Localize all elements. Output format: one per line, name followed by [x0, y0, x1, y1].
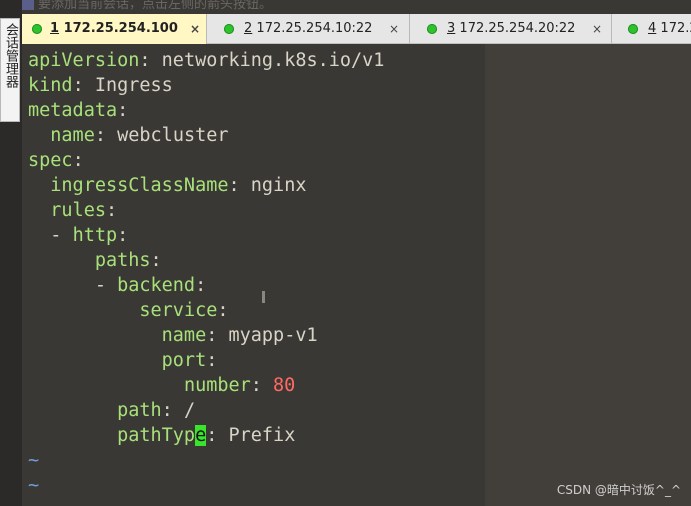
tab-session-3[interactable]: 3 172.25.254.20:22 ×: [410, 14, 612, 44]
yaml-value: networking.k8s.io/v1: [161, 50, 385, 71]
empty-line-marker: ~: [28, 475, 40, 496]
code-line: apiVersion: networking.k8s.io/v1: [28, 50, 385, 71]
watermark: CSDN @暗中讨饭^_^: [556, 483, 681, 497]
yaml-key: pathTyp: [117, 425, 196, 446]
code-line: rules:: [50, 200, 118, 221]
connected-status-icon: [628, 24, 638, 34]
yaml-key: path: [117, 400, 162, 421]
text-cursor: e: [195, 425, 207, 446]
yaml-key: port: [161, 350, 207, 371]
code-line: - http:: [28, 225, 129, 246]
yaml-key: paths: [94, 250, 151, 271]
tab-label: 172.2: [660, 21, 691, 36]
code-line: name: myapp-v1: [161, 325, 318, 346]
code-line: path: /: [117, 400, 196, 421]
yaml-key: apiVersion: [28, 50, 140, 71]
empty-line-marker: ~: [28, 450, 40, 471]
tab-number: 2: [244, 21, 253, 36]
connected-status-icon: [427, 24, 437, 34]
close-tab-icon[interactable]: ×: [389, 14, 399, 44]
session-tab-bar: 1 172.25.254.100 × 2 172.25.254.10:22 × …: [22, 14, 691, 44]
code-line: service:: [139, 300, 229, 321]
close-tab-icon[interactable]: ×: [190, 14, 200, 44]
code-line: ingressClassName: nginx: [50, 175, 307, 196]
connected-status-icon: [32, 24, 42, 34]
tab-session-1[interactable]: 1 172.25.254.100 ×: [22, 14, 207, 44]
yaml-key: backend: [117, 275, 196, 296]
tab-session-2[interactable]: 2 172.25.254.10:22 ×: [207, 14, 410, 44]
yaml-value: /: [183, 400, 196, 421]
yaml-key: http: [72, 225, 118, 246]
tab-label: 172.25.254.100: [63, 21, 178, 36]
yaml-key: kind: [28, 75, 73, 96]
yaml-key: ingressClassName: [50, 175, 229, 196]
tab-number: 4: [648, 21, 657, 36]
app-icon: [22, 0, 34, 10]
close-tab-icon[interactable]: ×: [592, 14, 602, 44]
code-line: number: 80: [183, 375, 296, 396]
tab-number: 1: [50, 21, 60, 36]
tab-session-4[interactable]: 4 172.2: [612, 14, 691, 44]
code-line: port:: [161, 350, 218, 371]
yaml-number: 80: [273, 375, 296, 396]
yaml-key: metadata: [28, 100, 118, 121]
yaml-value: Ingress: [94, 75, 173, 96]
code-line: kind: Ingress: [28, 75, 173, 96]
terminal-margin: [485, 44, 691, 506]
yaml-value: nginx: [250, 175, 307, 196]
yaml-key: rules: [50, 200, 106, 221]
code-line: name: webcluster: [50, 125, 229, 146]
code-line: paths:: [94, 250, 162, 271]
yaml-key: name: [161, 325, 207, 346]
code-line: - backend:: [28, 275, 207, 296]
mouse-text-caret: [262, 291, 265, 303]
yaml-key: service: [139, 300, 218, 321]
session-hint-bar: 要添加当前会话，点击左侧的箭头按钮。: [22, 0, 482, 14]
yaml-value: webcluster: [117, 125, 229, 146]
yaml-key: name: [50, 125, 95, 146]
yaml-key: spec: [28, 150, 73, 171]
connected-status-icon: [224, 24, 234, 34]
session-manager-tab[interactable]: 会话管理器: [0, 18, 20, 122]
tab-number: 3: [447, 21, 456, 36]
tab-label: 172.25.254.20:22: [459, 21, 576, 36]
terminal-editor[interactable]: apiVersion: networking.k8s.io/v1 kind: In…: [22, 44, 485, 506]
code-line: metadata:: [28, 100, 129, 121]
session-manager-panel: 会话管理器: [0, 0, 22, 506]
tab-label: 172.25.254.10:22: [256, 21, 373, 36]
yaml-value: myapp-v1: [228, 325, 318, 346]
yaml-value: Prefix: [228, 425, 296, 446]
code-line: pathType: Prefix: [117, 425, 296, 446]
code-line: spec:: [28, 150, 84, 171]
hint-text: 要添加当前会话，点击左侧的箭头按钮。: [38, 0, 273, 12]
yaml-key: number: [183, 375, 251, 396]
